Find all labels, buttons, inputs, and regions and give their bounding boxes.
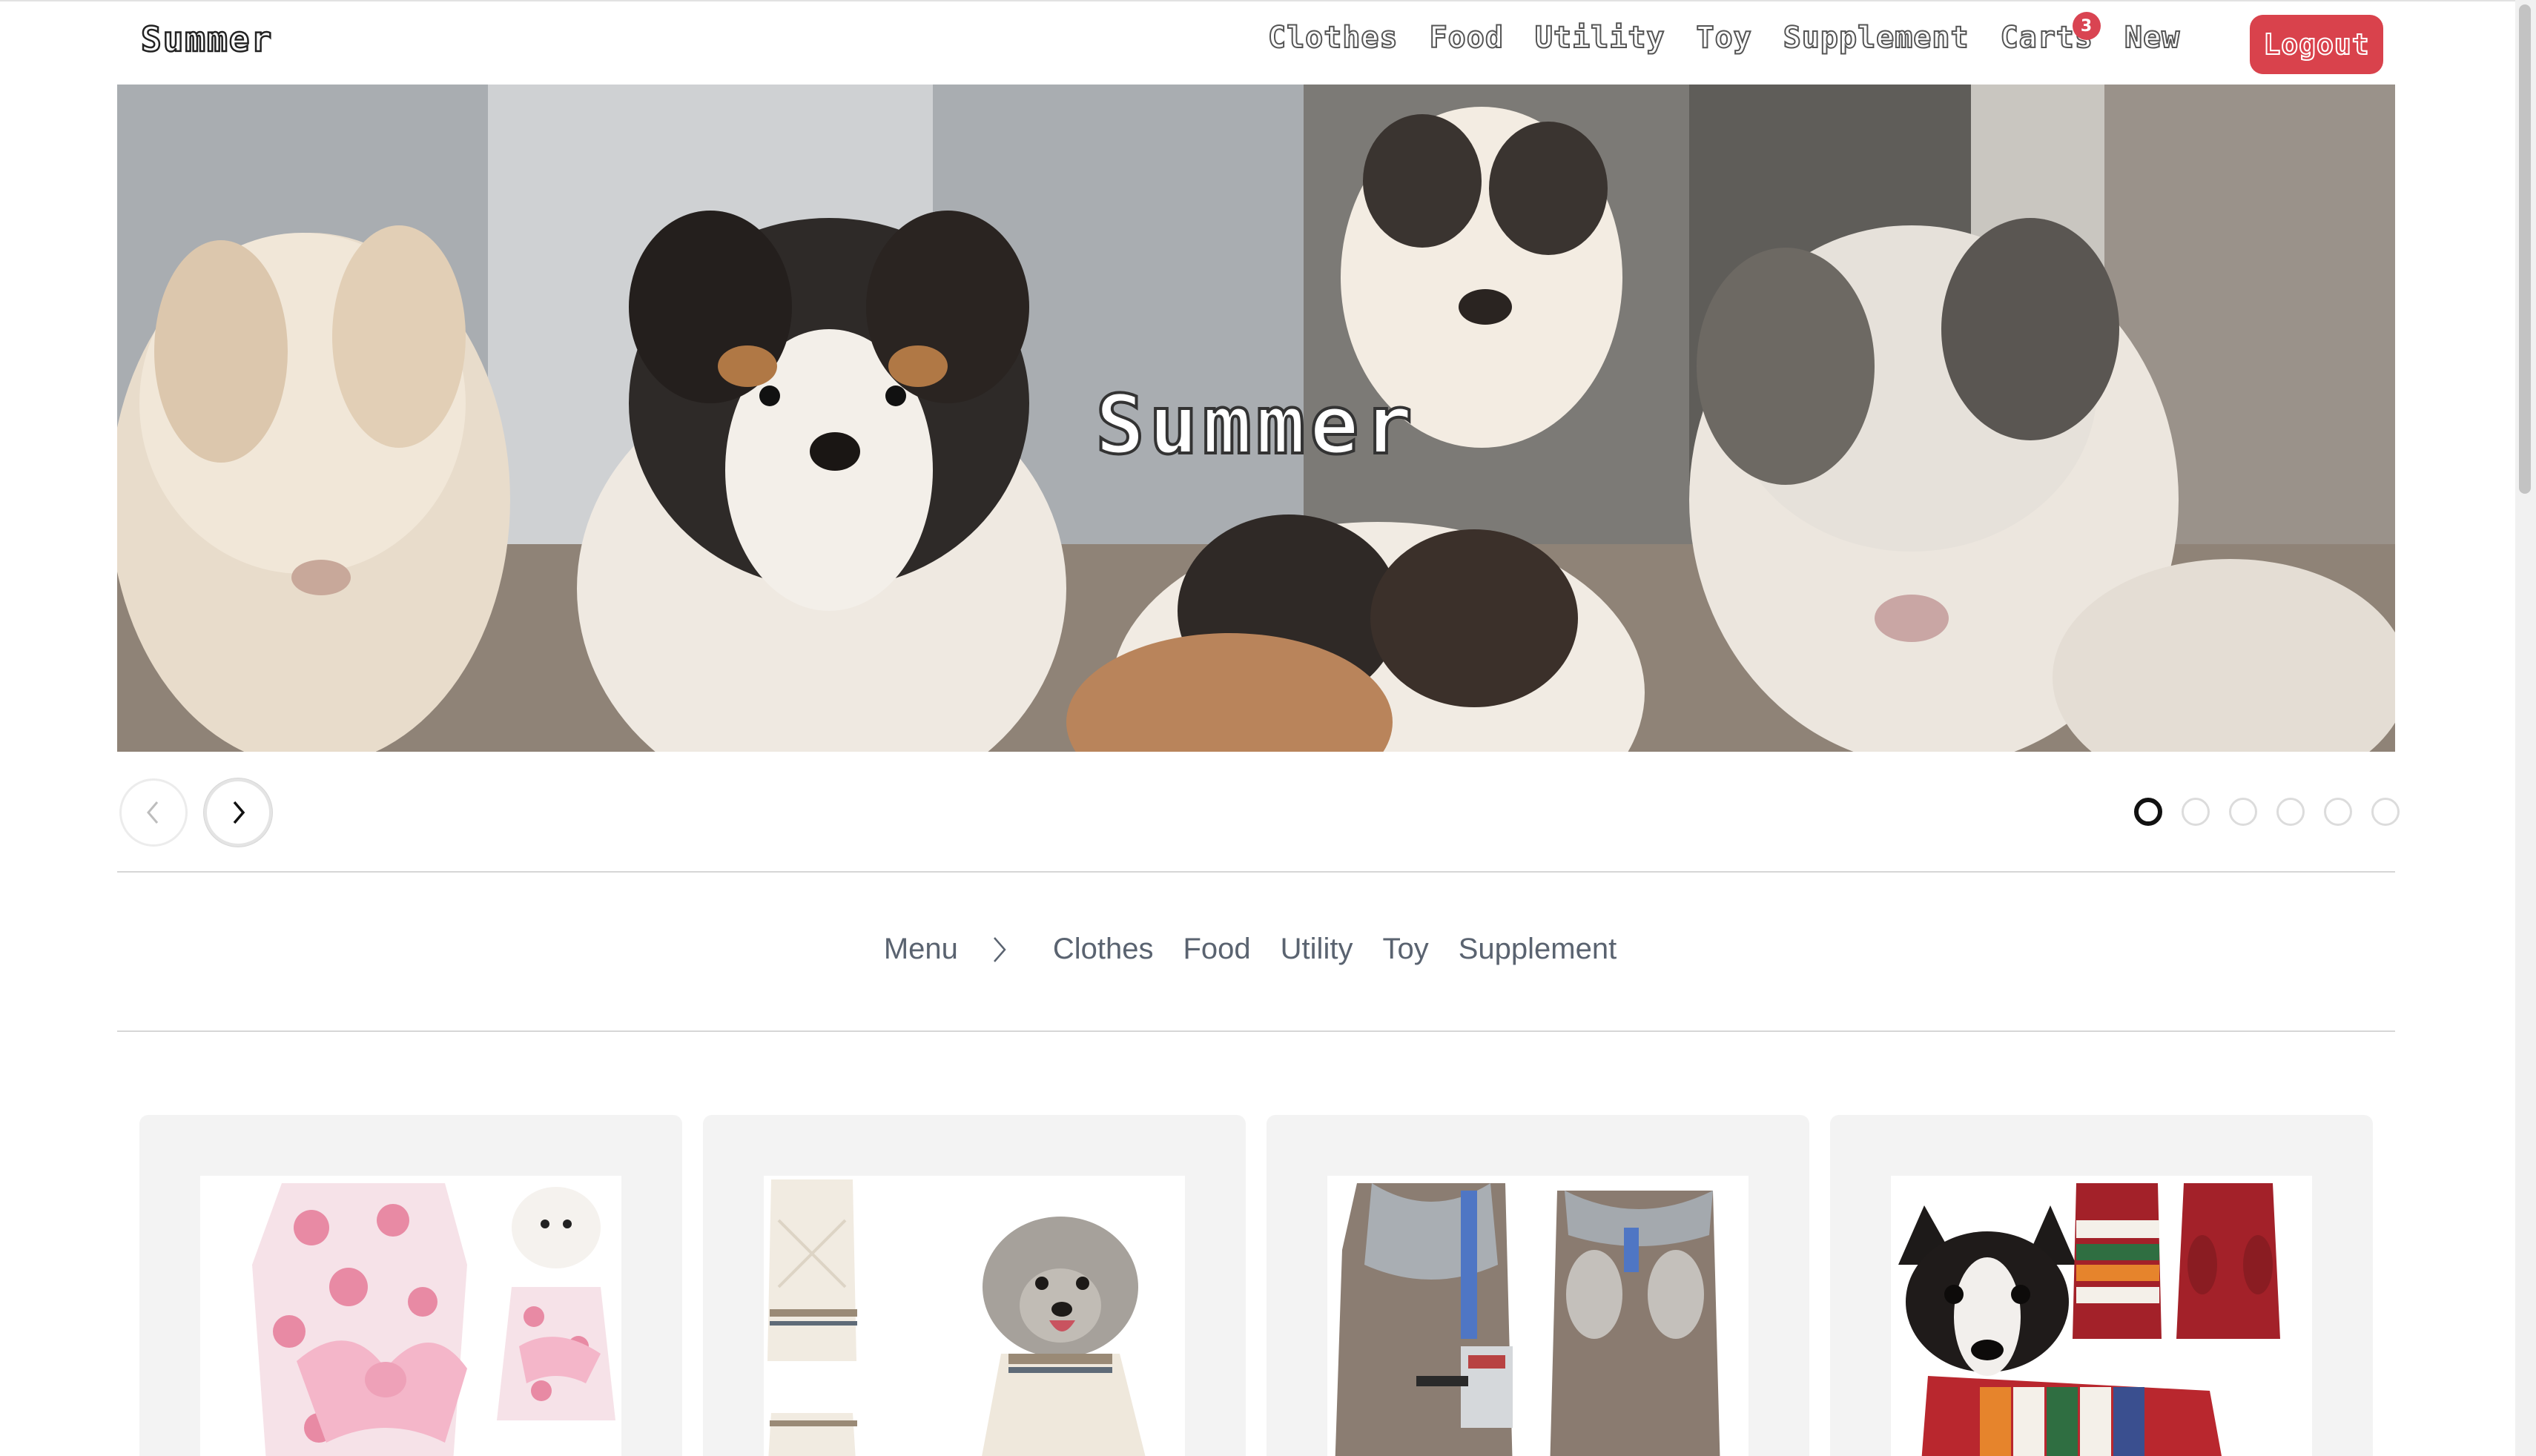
striped-knit-sweater-image [1898,1183,2280,1456]
product-image [200,1176,621,1456]
category-item-supplement[interactable]: Supplement [1459,933,1617,966]
nav-link-supplement[interactable]: Supplement [1783,20,1969,56]
product-card[interactable] [703,1115,1246,1456]
nav-link-toy[interactable]: Toy [1695,20,1751,56]
chevron-left-icon [147,801,159,824]
carousel-prev-button[interactable] [119,778,188,847]
product-card[interactable] [139,1115,682,1456]
carousel-next-button[interactable] [204,778,272,847]
product-card[interactable] [1267,1115,1809,1456]
category-item-food[interactable]: Food [1183,933,1251,966]
nav-link-carts[interactable]: Carts 3 [2000,12,2101,56]
product-image [1327,1176,1749,1456]
chevron-right-icon [991,935,1008,964]
hero-banner: Summer [117,85,2395,752]
section-divider-bottom [117,1030,2395,1032]
carousel-dot[interactable] [2371,798,2400,826]
cream-knit-sweater-image [767,1179,1146,1456]
product-image [764,1176,1185,1456]
product-card[interactable] [1830,1115,2373,1456]
category-item-clothes[interactable]: Clothes [1053,933,1154,966]
carousel-dot[interactable] [2134,798,2162,826]
nav-link-utility[interactable]: Utility [1534,20,1665,56]
category-menu-label: Menu [883,933,958,965]
brand-logo[interactable]: Summer [140,19,273,61]
chevron-right-icon [233,801,245,824]
carousel-dot[interactable] [2229,798,2257,826]
product-image [1891,1176,2312,1456]
nav-link-new[interactable]: New [2124,20,2180,56]
main-nav: Clothes Food Utility Toy Supplement Cart… [1267,12,2211,56]
section-divider-top [117,871,2395,873]
nav-link-clothes[interactable]: Clothes [1267,20,1399,56]
page-scrollbar[interactable] [2515,0,2536,1456]
carousel-dot[interactable] [2324,798,2352,826]
carousel-dot[interactable] [2276,798,2305,826]
carousel-pagination [2134,798,2419,826]
scrollbar-thumb[interactable] [2519,4,2531,494]
cart-count-badge: 3 [2072,12,2101,40]
category-item-utility[interactable]: Utility [1281,933,1353,966]
nav-link-food[interactable]: Food [1429,20,1504,56]
logout-button[interactable]: Logout [2250,15,2383,74]
top-navbar: Summer Clothes Food Utility Toy Suppleme… [0,0,2515,85]
category-item-toy[interactable]: Toy [1382,933,1428,966]
category-menu: Menu Clothes Food Utility Toy Supplement [0,933,2515,966]
fleece-sports-vest-image [1335,1183,1720,1456]
carousel-dot[interactable] [2182,798,2210,826]
hero-title: Summer [1094,376,1417,474]
floral-dog-dress-image [252,1183,615,1456]
